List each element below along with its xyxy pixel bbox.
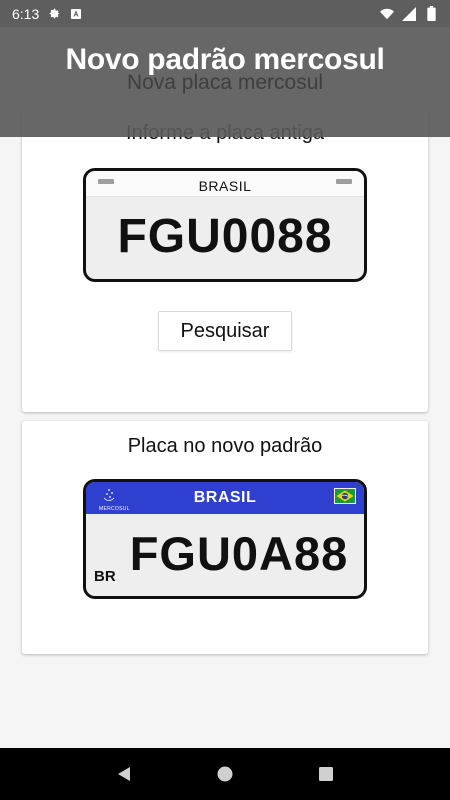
status-left: 6:13 <box>12 6 83 22</box>
status-time: 6:13 <box>12 5 40 22</box>
a-icon <box>69 7 83 21</box>
status-right <box>380 6 438 21</box>
old-plate-country: BRASIL <box>198 178 252 194</box>
gear-icon <box>47 7 61 21</box>
battery-icon <box>424 6 438 21</box>
navigation-bar <box>0 748 450 800</box>
new-plate-number: FGU0A88 <box>129 527 349 580</box>
old-plate-card: Informe a placa antiga BRASIL FGU0088 Pe… <box>22 110 428 412</box>
app-title: Novo padrão mercosul <box>65 43 385 76</box>
mercosul-plate: MERCOSUL BRASIL BR FGU0A88 <box>83 479 367 599</box>
wifi-icon <box>380 7 394 21</box>
new-plate-card: Placa no novo padrão MERCOSUL BRASIL BR … <box>22 421 428 654</box>
status-bar: 6:13 <box>0 0 450 27</box>
app-bar: Nova placa mercosul Novo padrão mercosul <box>0 27 450 137</box>
new-plate-card-title: Placa no novo padrão <box>127 435 323 457</box>
old-plate: BRASIL FGU0088 <box>83 168 367 282</box>
old-plate-number[interactable]: FGU0088 <box>86 209 364 264</box>
signal-icon <box>402 6 416 21</box>
back-icon[interactable] <box>109 759 139 789</box>
brazil-flag-icon <box>334 488 356 504</box>
recents-icon[interactable] <box>311 759 341 789</box>
search-button[interactable]: Pesquisar <box>158 311 292 351</box>
home-icon[interactable] <box>210 759 240 789</box>
new-plate-country: BRASIL <box>193 489 257 506</box>
